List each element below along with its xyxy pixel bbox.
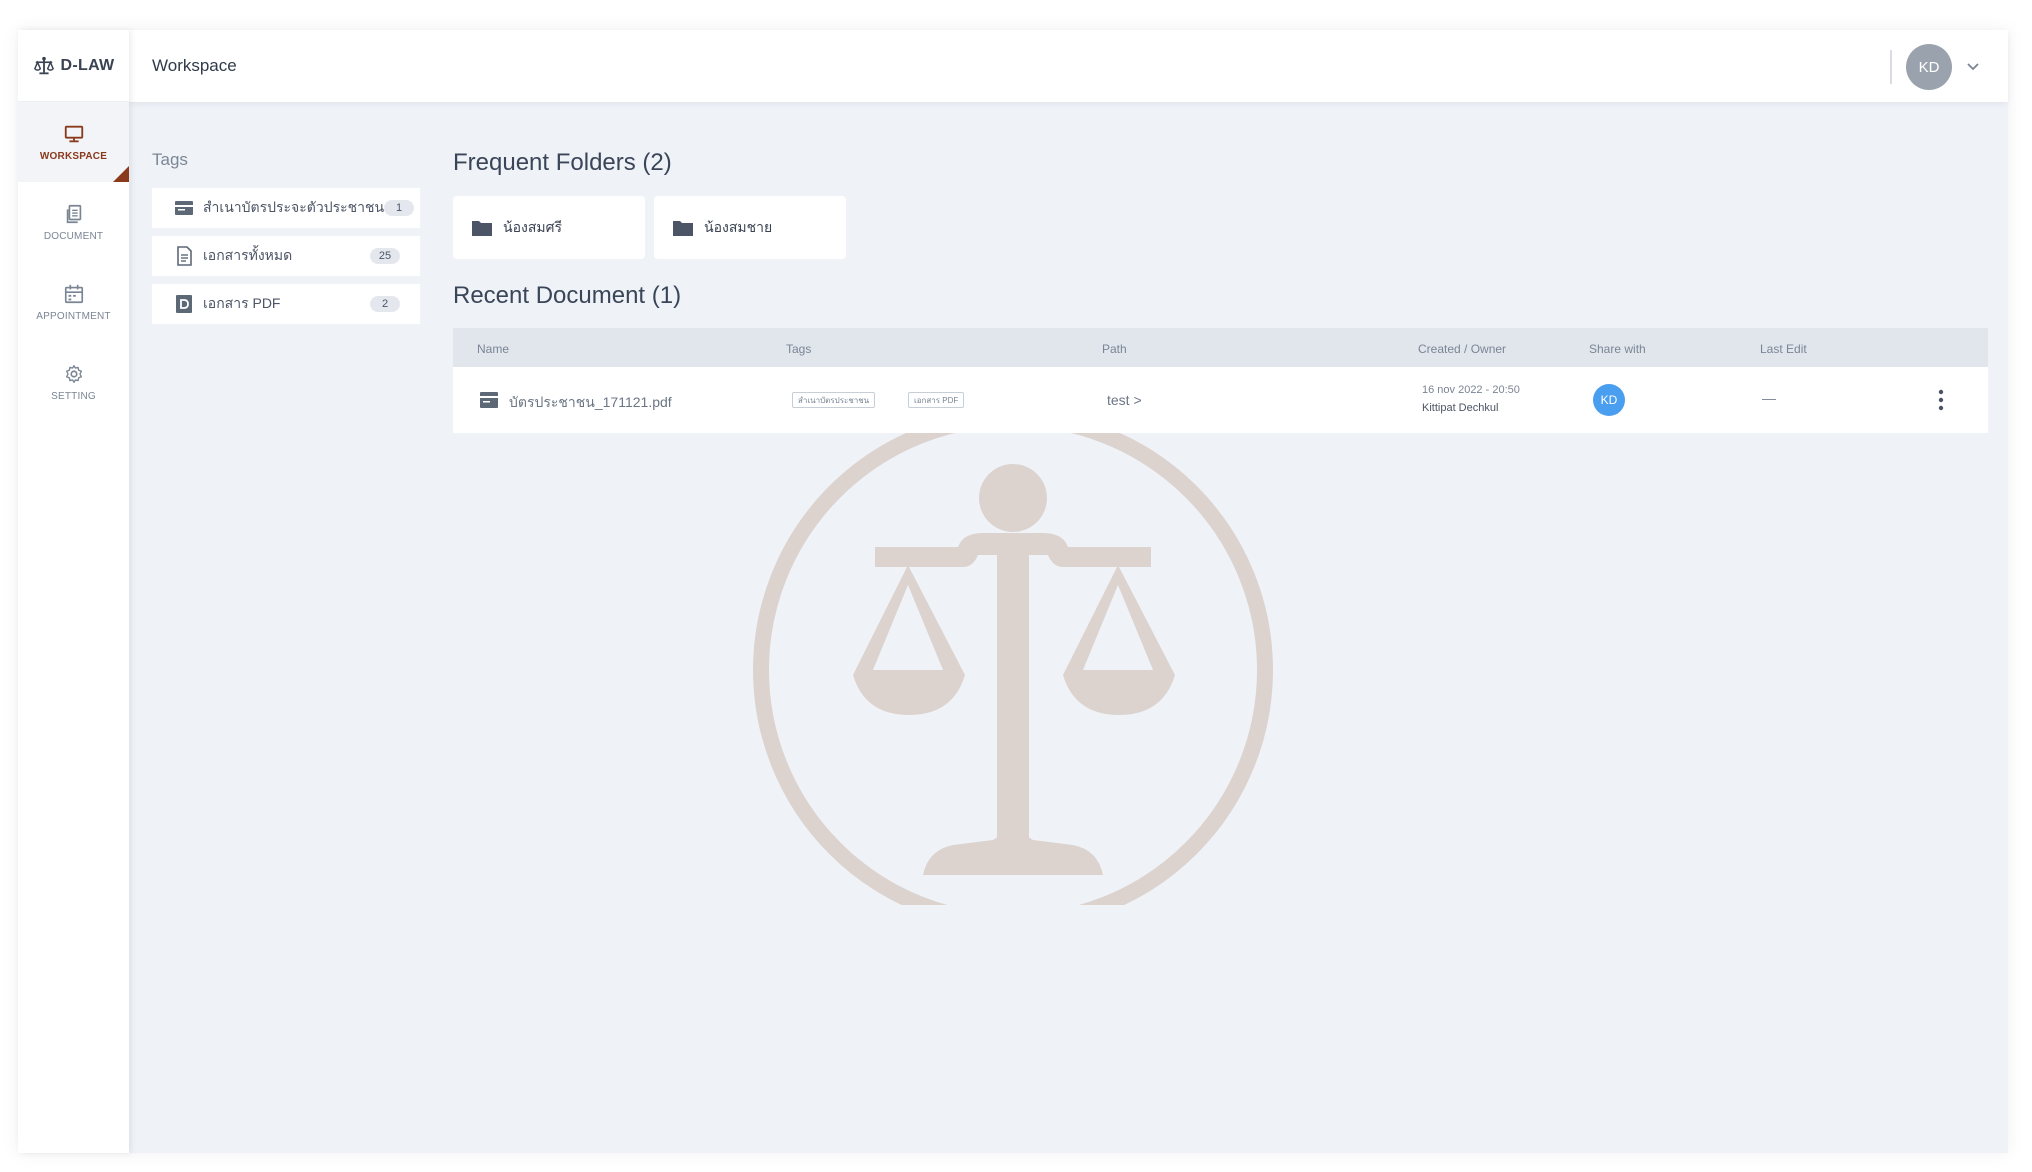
sidebar: D-LAW WORKSPACE DOCUMENT APPOINTMENT SET… xyxy=(18,30,129,1153)
active-indicator xyxy=(113,166,129,182)
sidebar-item-label: WORKSPACE xyxy=(39,150,108,162)
folder-card[interactable]: น้องสมชาย xyxy=(654,196,846,259)
tag-item-all-documents[interactable]: เอกสารทั้งหมด 25 xyxy=(152,236,420,276)
table-row[interactable]: บัตรประชาชน_171121.pdf สำเนาบัตรประชาชน … xyxy=(453,367,1988,433)
column-header-name[interactable]: Name xyxy=(477,342,509,356)
tag-chip[interactable]: สำเนาบัตรประชาชน xyxy=(792,392,876,408)
scales-icon xyxy=(33,56,54,74)
last-edit: — xyxy=(1762,390,1776,406)
column-header-share-with[interactable]: Share with xyxy=(1589,342,1646,356)
frequent-folders-title: Frequent Folders (2) xyxy=(453,149,672,176)
chevron-down-icon[interactable] xyxy=(1965,58,1981,74)
tag-item-pdf[interactable]: เอกสาร PDF 2 xyxy=(152,284,420,324)
folder-icon xyxy=(472,220,492,236)
scales-watermark-icon xyxy=(753,415,1273,905)
tag-count-badge: 2 xyxy=(370,296,400,312)
sidebar-item-label: APPOINTMENT xyxy=(36,310,111,322)
tag-count-badge: 1 xyxy=(384,200,415,216)
sidebar-item-label: SETTING xyxy=(51,390,96,402)
table-header: Name Tags Path Created / Owner Share wit… xyxy=(453,328,1988,367)
user-avatar[interactable]: KD xyxy=(1906,44,1952,90)
tag-label: เอกสาร PDF xyxy=(203,295,281,311)
tags-title: Tags xyxy=(152,150,188,169)
sidebar-item-label: DOCUMENT xyxy=(43,230,104,242)
tag-label: สำเนาบัตรประจะตัวประชาชน xyxy=(203,199,385,215)
app-window: D-LAW WORKSPACE DOCUMENT APPOINTMENT SET… xyxy=(18,30,2008,1153)
sidebar-item-setting[interactable]: SETTING xyxy=(18,342,129,422)
header-divider xyxy=(1890,50,1892,84)
column-header-tags[interactable]: Tags xyxy=(786,342,811,356)
share-avatar[interactable]: KD xyxy=(1593,384,1625,416)
app-name: D-LAW xyxy=(60,56,115,74)
app-logo[interactable]: D-LAW xyxy=(18,30,129,102)
folder-label: น้องสมศรี xyxy=(503,218,562,235)
sidebar-item-appointment[interactable]: APPOINTMENT xyxy=(18,262,129,342)
created-date: 16 nov 2022 - 20:50 xyxy=(1422,384,1520,396)
document-name[interactable]: บัตรประชาชน_171121.pdf xyxy=(509,392,672,414)
column-header-created[interactable]: Created / Owner xyxy=(1418,342,1506,356)
folder-label: น้องสมชาย xyxy=(704,218,773,235)
tag-chip[interactable]: เอกสาร PDF xyxy=(908,392,965,408)
sidebar-item-document[interactable]: DOCUMENT xyxy=(18,182,129,262)
column-header-path[interactable]: Path xyxy=(1102,342,1127,356)
documents-icon xyxy=(66,204,81,223)
document-icon xyxy=(177,246,192,266)
pdf-icon xyxy=(176,295,192,313)
recent-documents-title: Recent Document (1) xyxy=(453,282,682,309)
tag-label: เอกสารทั้งหมด xyxy=(203,247,293,263)
page-title: Workspace xyxy=(152,56,237,75)
document-path[interactable]: test > xyxy=(1107,392,1142,408)
monitor-icon xyxy=(64,125,83,142)
recent-documents-table: Name Tags Path Created / Owner Share wit… xyxy=(453,328,1988,433)
id-card-icon xyxy=(480,392,498,408)
id-card-icon xyxy=(175,201,193,215)
sidebar-item-workspace[interactable]: WORKSPACE xyxy=(18,102,129,182)
folder-card[interactable]: น้องสมศรี xyxy=(453,196,645,259)
top-header: Workspace KD xyxy=(129,30,2008,102)
calendar-icon xyxy=(64,284,83,303)
column-header-last-edit[interactable]: Last Edit xyxy=(1760,342,1807,356)
tag-count-badge: 25 xyxy=(370,248,400,264)
folder-icon xyxy=(673,220,693,236)
more-options-icon[interactable] xyxy=(1935,388,1947,412)
gear-icon xyxy=(65,364,82,383)
tag-item-id-card[interactable]: สำเนาบัตรประจะตัวประชาชน 1 xyxy=(152,188,420,228)
owner-name: Kittipat Dechkul xyxy=(1422,402,1499,414)
